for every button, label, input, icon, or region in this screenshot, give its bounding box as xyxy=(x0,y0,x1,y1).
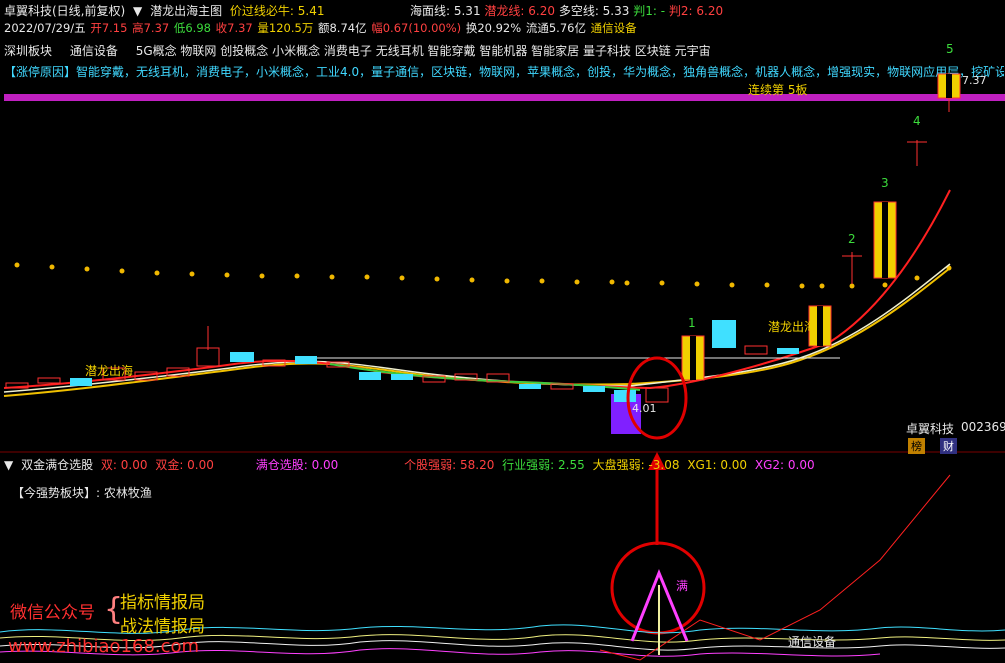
brand-indicator: 指标情报局 xyxy=(120,593,205,613)
strong-sector-label: 【今强势板块】: 农林牧渔 xyxy=(12,486,152,500)
website-watermark: www.zhibiao168.com xyxy=(8,636,200,657)
limit-count-3: 3 xyxy=(881,176,889,190)
dual-value: 双: 0.00 xyxy=(100,458,148,472)
stock-strength-value: 个股强弱: 58.20 xyxy=(404,458,495,472)
industry-strength-value: 行业强弱: 2.55 xyxy=(502,458,585,472)
wechat-label: 微信公众号 xyxy=(10,603,95,623)
finance-tag[interactable]: 财 xyxy=(940,438,957,454)
market-strength-value: 大盘强弱: -3.08 xyxy=(592,458,680,472)
dual-gold-value: 双金: 0.00 xyxy=(155,458,214,472)
dragon-label-right: 潜龙出海 xyxy=(768,320,817,334)
chevron-down-icon[interactable]: ▼ xyxy=(4,458,13,472)
high-price-label: 7.37 xyxy=(962,74,987,87)
full-position-marker: 满 xyxy=(676,579,689,593)
sub-indicator-name[interactable]: 双金满仓选股 xyxy=(21,458,93,472)
limit-count-4: 4 xyxy=(913,114,921,128)
xg2-value: XG2: 0.00 xyxy=(754,458,815,472)
brand-strategy: 战法情报局 xyxy=(120,617,205,637)
stock-code-label: 002369 xyxy=(961,420,1005,434)
limit-count-5: 5 xyxy=(946,42,954,56)
low-price-label: 4.01 xyxy=(632,402,657,415)
limit-count-2: 2 xyxy=(848,232,856,246)
limit-count-1: 1 xyxy=(688,316,696,330)
dragon-label-left: 潜龙出海 xyxy=(85,364,134,378)
stock-name-label: 卓翼科技 xyxy=(906,422,955,436)
rank-tag[interactable]: 榜 xyxy=(908,438,925,454)
candlestick-chart xyxy=(0,73,1005,661)
sub-header: ▼ 双金满仓选股 双: 0.00 双金: 0.00 满仓选股: 0.00 个股强… xyxy=(4,456,819,473)
dot-series xyxy=(14,262,952,289)
industry-line-label: 通信设备 xyxy=(788,635,837,649)
xg1-value: XG1: 0.00 xyxy=(687,458,748,472)
full-position-value: 满仓选股: 0.00 xyxy=(255,458,339,472)
